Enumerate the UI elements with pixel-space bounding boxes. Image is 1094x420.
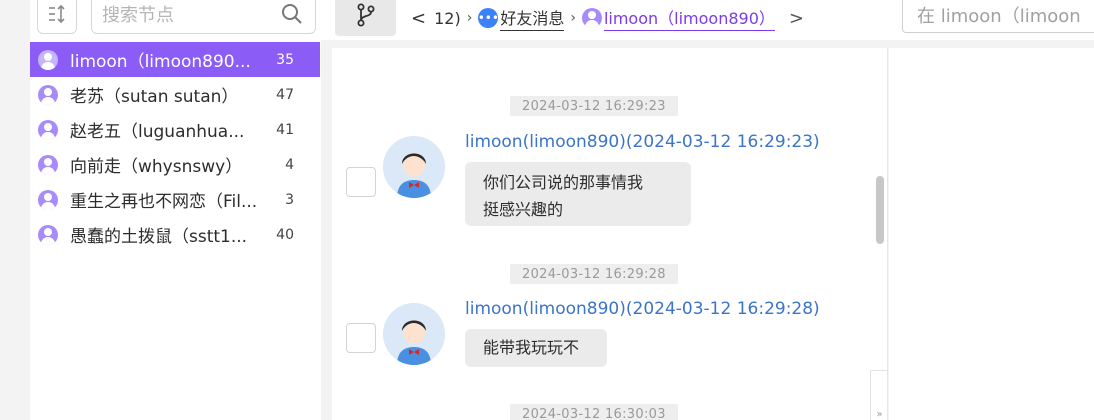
message-count: 4: [285, 156, 294, 173]
message-bubble[interactable]: 能带我玩玩不: [465, 329, 607, 367]
message-count: 35: [276, 51, 294, 68]
sort-button[interactable]: [37, 0, 77, 34]
app-window: limoon（limoon890... 35 老苏（sutan sutan） 4…: [0, 0, 1094, 420]
message-count: 41: [276, 121, 294, 138]
right-pane: [889, 48, 1094, 420]
message-count: 3: [285, 191, 294, 208]
contact-item-sstt[interactable]: 愚蠢的土拨鼠（sstt1... 40: [30, 217, 320, 252]
message-count: 40: [276, 226, 294, 243]
contact-item-luguanhua[interactable]: 赵老五（luguanhua... 41: [30, 112, 320, 147]
search-icon[interactable]: [281, 3, 303, 25]
breadcrumb-separator: ›: [570, 10, 576, 26]
message-count: 47: [276, 86, 294, 103]
avatar-icon: [38, 84, 58, 105]
message-timestamp: 2024-03-12 16:30:03: [510, 404, 678, 420]
user-avatar-icon: [383, 303, 445, 365]
avatar: [383, 136, 445, 198]
contact-name: 重生之再也不网恋（Fil...: [70, 192, 258, 212]
user-avatar-icon: [383, 136, 445, 198]
breadcrumb-friend-messages[interactable]: 好友消息: [500, 5, 565, 31]
message-sender[interactable]: limoon(limoon890)(2024-03-12 16:29:23): [465, 132, 820, 152]
avatar: [383, 303, 445, 365]
contact-item-limoon[interactable]: limoon（limoon890... 35: [30, 42, 320, 77]
search-box: [91, 0, 316, 34]
avatar-icon: [38, 189, 58, 210]
contact-name: limoon（limoon890...: [70, 52, 251, 72]
collapse-handle[interactable]: »: [870, 370, 887, 420]
message-timestamp: 2024-03-12 16:29:23: [510, 96, 678, 116]
sidebar: limoon（limoon890... 35 老苏（sutan sutan） 4…: [30, 0, 321, 420]
message-text-line: 能带我玩玩不: [483, 338, 580, 357]
avatar-icon: [38, 154, 58, 175]
contact-name: 愚蠢的土拨鼠（sstt1...: [70, 227, 248, 247]
contact-name: 赵老五（luguanhua...: [70, 122, 245, 142]
message-text-line: 你们公司说的那事情我: [483, 173, 644, 192]
top-bar: < 12) › ••• 好友消息 › limoon（limoon890） > 在…: [321, 0, 1094, 40]
chat-bubble-icon: •••: [478, 8, 499, 28]
contact-item-whysnswy[interactable]: 向前走（whysnswy） 4: [30, 147, 320, 182]
chat-scrollbar[interactable]: [876, 176, 884, 244]
breadcrumb-separator: ›: [466, 10, 473, 26]
contact-list: limoon（limoon890... 35 老苏（sutan sutan） 4…: [30, 42, 320, 252]
message-timestamp: 2024-03-12 16:29:28: [510, 264, 678, 284]
message-sender[interactable]: limoon(limoon890)(2024-03-12 16:29:28): [465, 299, 820, 319]
contact-item-fil[interactable]: 重生之再也不网恋（Fil... 3: [30, 182, 320, 217]
breadcrumb-next-button[interactable]: >: [789, 8, 804, 29]
avatar-icon: [38, 224, 58, 245]
branch-icon: [357, 3, 374, 27]
breadcrumb-current-contact[interactable]: limoon（limoon890）: [603, 5, 775, 31]
sidebar-toolbar: [30, 0, 321, 40]
branch-button[interactable]: [335, 0, 396, 36]
message-bubble[interactable]: 你们公司说的那事情我 挺感兴趣的: [465, 162, 691, 226]
avatar-icon: [38, 119, 58, 140]
breadcrumb-count: 12): [434, 8, 461, 28]
breadcrumb: < 12) › ••• 好友消息 › limoon（limoon890） >: [411, 4, 804, 32]
breadcrumb-prev-button[interactable]: <: [411, 8, 426, 29]
avatar-icon: [581, 8, 602, 28]
message-select-checkbox[interactable]: [346, 323, 376, 353]
avatar-icon: [38, 49, 58, 70]
contact-item-sutan[interactable]: 老苏（sutan sutan） 47: [30, 77, 320, 112]
contact-name: 老苏（sutan sutan）: [70, 87, 239, 107]
chat-panel: 2024-03-12 16:29:23 limoon(limoon890)(20…: [332, 48, 888, 420]
sort-icon: [49, 4, 65, 24]
search-input[interactable]: [102, 3, 262, 27]
message-select-checkbox[interactable]: [346, 167, 376, 197]
conversation-search-input[interactable]: 在 limoon（limoon: [902, 0, 1094, 33]
contact-name: 向前走（whysnswy）: [70, 157, 243, 177]
message-text-line: 挺感兴趣的: [483, 200, 564, 219]
